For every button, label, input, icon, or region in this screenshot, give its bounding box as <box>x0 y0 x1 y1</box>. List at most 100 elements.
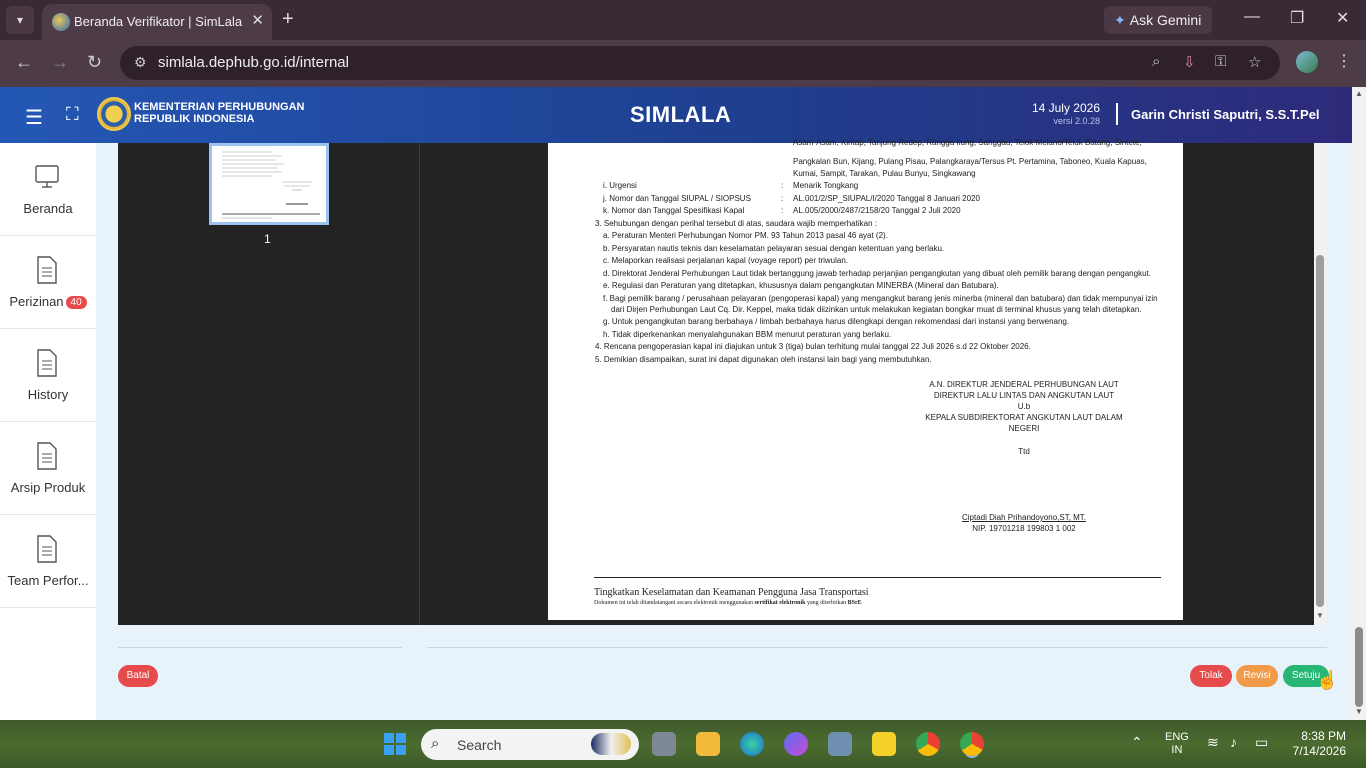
site-info-icon[interactable]: ⚙ <box>134 54 147 71</box>
tab-search-dropdown[interactable]: ▾ <box>6 6 34 34</box>
sidebar-item-perizinan[interactable]: Perizinan 40 <box>0 236 96 329</box>
file-explorer-icon[interactable] <box>696 732 720 756</box>
browser-toolbar: ← → ↻ ⚙ simlala.dephub.go.id/internal ⌕ … <box>0 40 1366 87</box>
clock-date: 7/14/2026 <box>1292 744 1346 758</box>
viewer-scrollbar-thumb[interactable] <box>1316 255 1324 607</box>
back-icon[interactable]: ← <box>15 52 33 73</box>
close-tab-icon[interactable]: ✕ <box>251 11 264 29</box>
doc-line: e. Regulasi dan Peraturan yang ditetapka… <box>603 281 999 290</box>
signature-block-line: KEPALA SUBDIREKTORAT ANGKUTAN LAUT DALAM <box>925 413 1123 422</box>
minimize-icon[interactable]: — <box>1244 8 1260 26</box>
sidebar-item-arsip-produk[interactable]: Arsip Produk <box>0 422 96 515</box>
app-icon[interactable] <box>784 732 808 756</box>
doc-line: c. Melaporkan realisasi perjalanan kapal… <box>603 256 849 265</box>
volume-icon[interactable]: ♪ <box>1230 734 1237 750</box>
chrome-icon[interactable] <box>916 732 940 756</box>
sticky-notes-icon[interactable] <box>872 732 896 756</box>
page-scrollbar-thumb[interactable] <box>1355 627 1363 707</box>
system-clock[interactable]: 8:38 PM 7/14/2026 <box>1286 729 1346 759</box>
doc-line: f. Bagi pemilik barang / perusahaan pela… <box>603 294 1158 303</box>
sidebar-item-label-text: Perizinan <box>9 294 64 309</box>
site-favicon-icon <box>52 13 70 31</box>
install-app-icon[interactable]: ⇩ <box>1183 53 1196 71</box>
viewer-scroll-down-icon[interactable]: ▼ <box>1316 611 1324 620</box>
tolak-button[interactable]: Tolak <box>1190 665 1232 687</box>
gemini-icon: ✦ <box>1114 12 1126 28</box>
signature-block-line: A.N. DIREKTUR JENDERAL PERHUBUNGAN LAUT <box>929 380 1119 389</box>
reload-icon[interactable]: ↻ <box>87 52 102 73</box>
revisi-button[interactable]: Revisi <box>1236 665 1278 687</box>
ask-gemini-label: Ask Gemini <box>1129 12 1202 28</box>
document-icon <box>37 349 57 377</box>
search-icon: ⌕ <box>431 735 440 752</box>
ministry-name: KEMENTERIAN PERHUBUNGAN REPUBLIK INDONES… <box>134 101 305 125</box>
app-header: ☰ ⛶ KEMENTERIAN PERHUBUNGAN REPUBLIK IND… <box>0 87 1352 143</box>
language-line-1: ENG <box>1165 731 1189 743</box>
sidebar-item-label: Beranda <box>23 201 73 216</box>
fullscreen-icon[interactable]: ⛶ <box>66 104 79 125</box>
battery-icon[interactable]: ▭ <box>1255 734 1268 751</box>
divider <box>427 647 1327 648</box>
doc-colon: : <box>781 206 784 215</box>
sidebar-item-history[interactable]: History <box>0 329 96 422</box>
doc-line: Kumai, Sampit, Tarakan, Pulau Bunyu, Sin… <box>793 169 976 178</box>
chrome-profile-icon[interactable] <box>960 732 984 756</box>
browser-menu-icon[interactable]: ⋮ <box>1336 51 1352 71</box>
close-window-icon[interactable]: ✕ <box>1336 8 1349 28</box>
sidebar-item-team-performance[interactable]: Team Perfor... <box>0 515 96 608</box>
doc-line: 3. Sehubungan dengan perihal tersebut di… <box>595 219 877 228</box>
user-name[interactable]: Garin Christi Saputri, S.S.T.Pel <box>1131 107 1320 122</box>
task-view-icon[interactable] <box>652 732 676 756</box>
signer-name: Ciptadi Diah Prihandoyono,ST, MT. <box>961 513 1087 522</box>
page-scrollbar[interactable]: ▲ ▼ <box>1352 87 1366 720</box>
page-number: 1 <box>264 232 271 246</box>
browser-tab[interactable]: Beranda Verifikator | SimLala ✕ <box>42 4 272 40</box>
doc-line: Asam-Asam, Kintap, Tanjung Redep, Rangga… <box>793 138 1142 147</box>
password-key-icon[interactable]: ⚿ <box>1215 53 1226 70</box>
edge-icon[interactable] <box>740 732 764 756</box>
url-text: simlala.dephub.go.id/internal <box>158 54 349 71</box>
viewer-scrollbar[interactable]: ▼ <box>1314 143 1326 625</box>
page-thumbnail[interactable] <box>209 143 329 225</box>
profile-avatar-icon[interactable] <box>1296 51 1318 73</box>
document-icon <box>37 256 57 284</box>
hand-cursor-icon: ☝ <box>1316 670 1339 690</box>
footer-note-bold: BSrE <box>847 600 862 606</box>
wifi-icon[interactable]: ≋ <box>1207 734 1219 751</box>
new-tab-button[interactable]: + <box>282 8 294 30</box>
doc-line: 5. Demikian disampaikan, surat ini dapat… <box>595 355 932 364</box>
header-separator <box>1116 103 1118 125</box>
notification-badge: 40 <box>65 296 87 309</box>
doc-colon: : <box>781 194 784 203</box>
batal-button[interactable]: Batal <box>118 665 158 687</box>
forward-icon[interactable]: → <box>51 52 69 73</box>
windows-start-icon[interactable] <box>384 733 406 755</box>
divider <box>118 647 402 648</box>
bookmark-star-icon[interactable]: ☆ <box>1248 53 1261 71</box>
signature-block-line: NEGERI <box>1008 424 1040 433</box>
doc-field-value: Menarik Tongkang <box>793 181 859 190</box>
hamburger-menu-icon[interactable]: ☰ <box>25 105 43 130</box>
sidebar-item-label: History <box>27 387 69 402</box>
doc-line: Pangkalan Bun, Kijang, Pulang Pisau, Pal… <box>793 157 1147 166</box>
signature-ttd: Ttd <box>1018 447 1030 456</box>
address-bar[interactable]: ⚙ simlala.dephub.go.id/internal ⌕ ⇩ ⚿ ☆ <box>120 46 1280 80</box>
sidebar-item-beranda[interactable]: Beranda <box>0 143 96 236</box>
language-indicator[interactable]: ENG IN <box>1165 731 1189 757</box>
doc-line: 4. Rencana pengoperasian kapal ini diaju… <box>595 342 1031 351</box>
scroll-up-icon[interactable]: ▲ <box>1355 89 1363 98</box>
scroll-down-icon[interactable]: ▼ <box>1355 707 1363 716</box>
taskbar-search[interactable]: ⌕ Search <box>421 729 639 760</box>
pdf-viewer: 1 Asam-Asam, Kintap, Tanjung Redep, Rang… <box>118 138 1326 625</box>
header-date: 14 July 2026 <box>1031 101 1100 115</box>
app-version: versi 2.0.28 <box>1053 116 1100 126</box>
sidebar-item-label: Perizinan 40 <box>0 294 96 309</box>
maximize-icon[interactable]: ❐ <box>1290 8 1304 28</box>
camera-app-icon[interactable] <box>828 732 852 756</box>
footer-rule <box>594 577 1161 578</box>
zoom-icon[interactable]: ⌕ <box>1152 53 1160 70</box>
show-hidden-icons-icon[interactable]: ⌃ <box>1131 734 1143 751</box>
signature-block-line: DIREKTUR LALU LINTAS DAN ANGKUTAN LAUT <box>933 391 1115 400</box>
ask-gemini-button[interactable]: ✦ Ask Gemini <box>1104 6 1212 34</box>
monitor-icon <box>35 165 59 188</box>
